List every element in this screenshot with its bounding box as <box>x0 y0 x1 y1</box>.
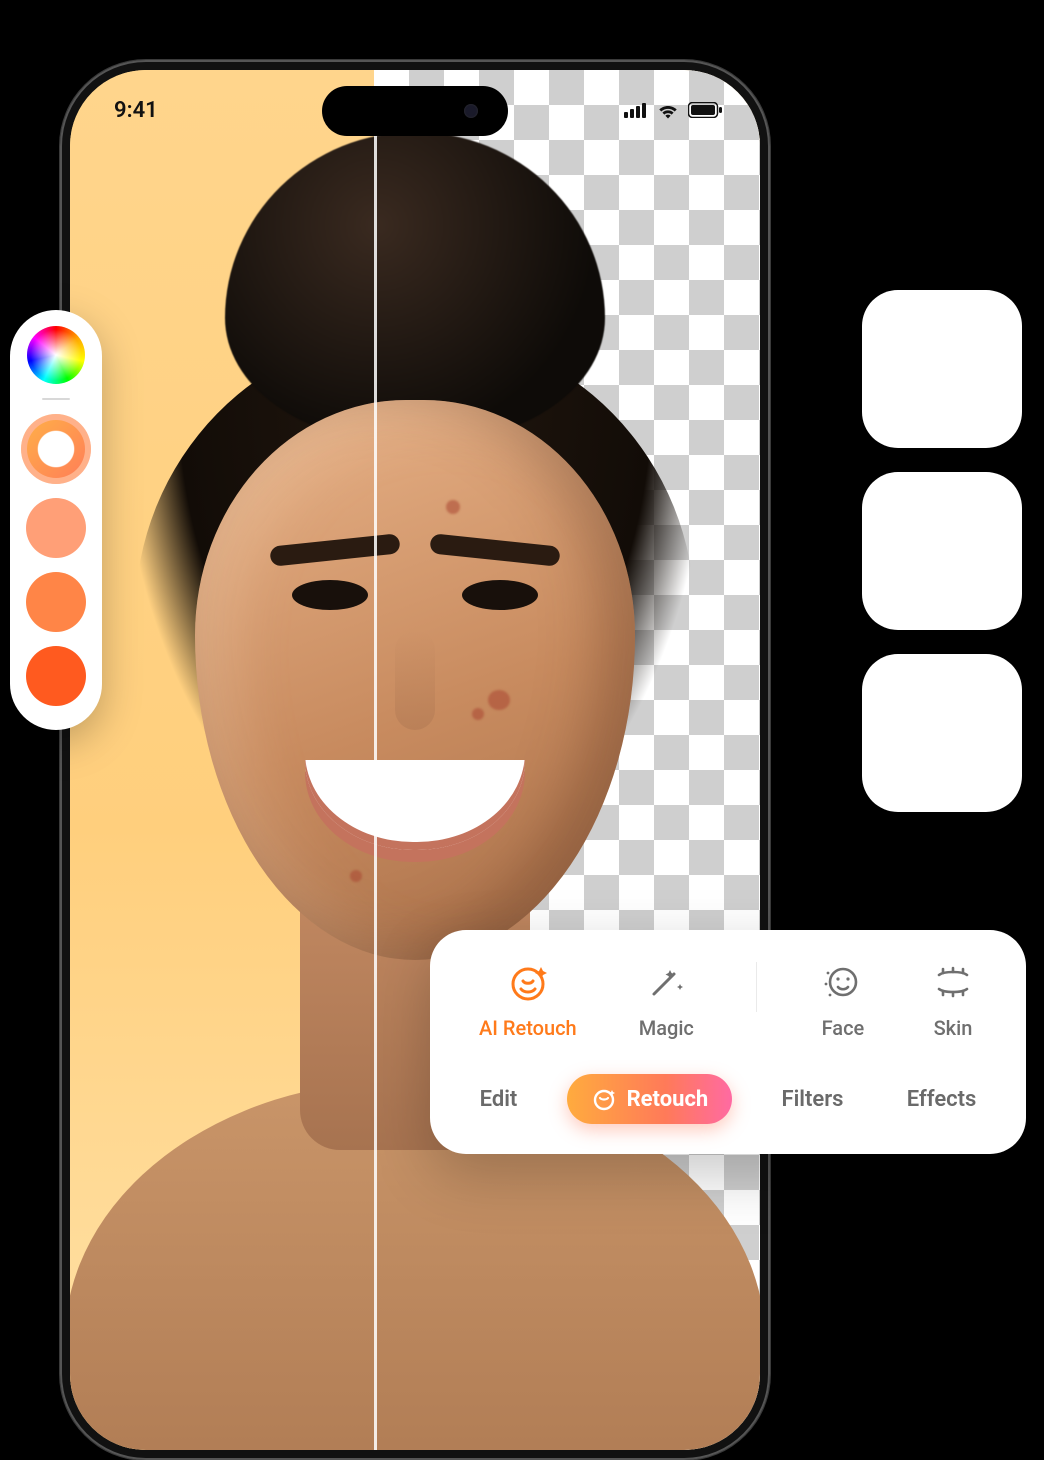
after-background-transparent <box>374 70 760 1450</box>
status-right <box>624 101 722 119</box>
tab-effects[interactable]: Effects <box>893 1077 991 1122</box>
tab-edit[interactable]: Edit <box>466 1077 532 1122</box>
color-swatch-2[interactable] <box>26 498 86 558</box>
color-swatch-1[interactable] <box>21 414 91 484</box>
preset-thumbnail-2[interactable] <box>862 472 1022 630</box>
tab-filters[interactable]: Filters <box>767 1077 857 1122</box>
tool-ai-retouch[interactable]: AI Retouch <box>479 958 577 1040</box>
tool-label: Magic <box>639 1016 694 1040</box>
skin-icon <box>929 958 977 1006</box>
tools-row: AI Retouch Magic <box>448 958 1008 1040</box>
ai-retouch-icon <box>504 958 552 1006</box>
phone-frame: 9:41 <box>60 60 770 1460</box>
preset-thumbnails <box>862 290 1022 812</box>
cellular-icon <box>624 102 648 118</box>
color-palette <box>10 310 102 730</box>
tool-face[interactable]: Face <box>819 958 867 1040</box>
face-icon <box>819 958 867 1006</box>
tool-panel: AI Retouch Magic <box>430 930 1026 1154</box>
color-swatch-3[interactable] <box>26 572 86 632</box>
color-swatch-4[interactable] <box>26 646 86 706</box>
color-wheel-button[interactable] <box>27 326 85 384</box>
tab-label: Retouch <box>627 1087 709 1112</box>
preset-thumbnail-3[interactable] <box>862 654 1022 812</box>
magic-wand-icon <box>642 958 690 1006</box>
tabs-row: Edit Retouch Filters Effects <box>448 1074 1008 1124</box>
palette-separator <box>42 398 70 400</box>
wifi-icon <box>656 101 680 119</box>
tool-skin[interactable]: Skin <box>929 958 977 1040</box>
tool-label: AI Retouch <box>479 1016 577 1040</box>
preset-thumbnail-1[interactable] <box>862 290 1022 448</box>
tool-label: Skin <box>934 1016 973 1040</box>
battery-icon <box>688 102 722 118</box>
comparison-slider[interactable] <box>374 70 377 1450</box>
dynamic-island <box>322 86 508 136</box>
tool-label: Face <box>822 1016 865 1040</box>
tools-separator <box>756 962 757 1012</box>
retouch-pill-icon <box>591 1086 617 1112</box>
before-background <box>70 70 374 1450</box>
tab-retouch[interactable]: Retouch <box>567 1074 733 1124</box>
status-time: 9:41 <box>114 98 158 123</box>
phone-screen: 9:41 <box>70 70 760 1450</box>
tool-magic[interactable]: Magic <box>639 958 694 1040</box>
